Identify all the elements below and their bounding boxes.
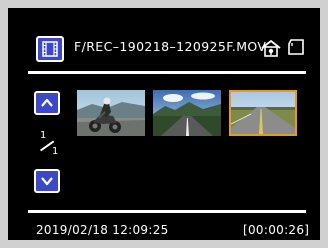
video-mode-icon[interactable] xyxy=(36,36,64,62)
protect-lock-icon xyxy=(260,38,282,62)
current-page: 1 xyxy=(40,130,47,141)
thumbnail-road-mountains[interactable] xyxy=(153,90,221,136)
thumbnail-road-field[interactable] xyxy=(229,90,297,136)
header-divider xyxy=(28,71,306,74)
page-indicator: 1 1 xyxy=(35,130,65,160)
sd-card-icon xyxy=(287,38,305,60)
video-duration: [00:00:26] xyxy=(243,223,310,237)
arrow-up-icon[interactable] xyxy=(34,91,60,115)
record-datetime: 2019/02/18 12:09:25 xyxy=(36,223,169,237)
arrow-down-icon[interactable] xyxy=(34,169,60,193)
total-pages: 1 xyxy=(52,146,59,157)
file-name: F/REC–190218–120925F.MOV xyxy=(74,39,267,54)
thumbnail-motorcycle[interactable] xyxy=(77,90,145,136)
playback-screen: F/REC–190218–120925F.MOV 1 1 2019/02/18 … xyxy=(8,8,320,240)
footer-divider xyxy=(28,210,306,213)
